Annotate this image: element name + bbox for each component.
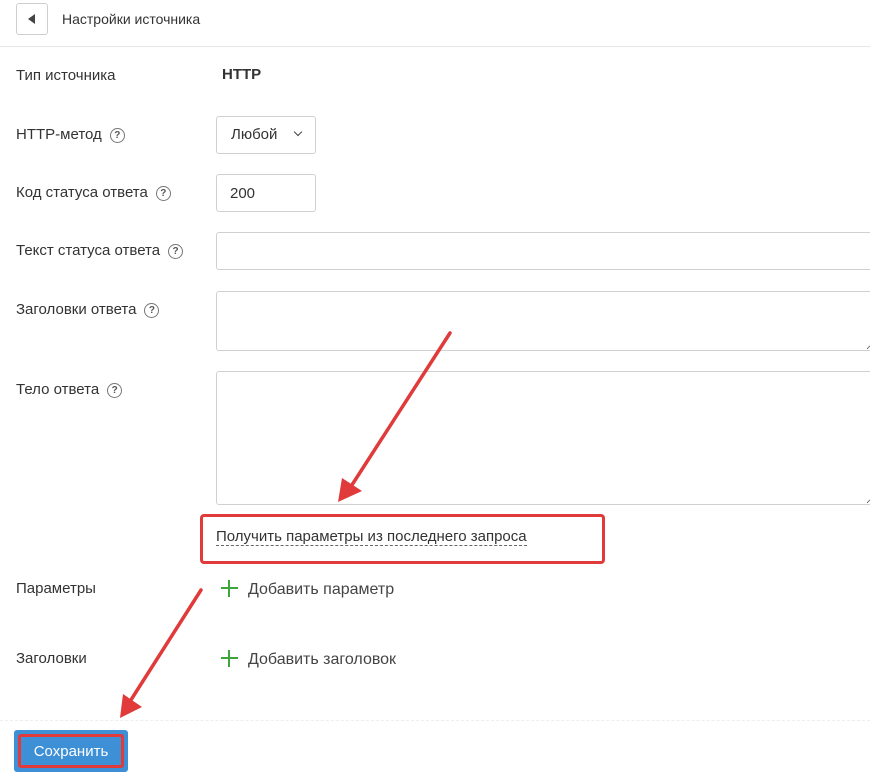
annotation-arrows (120, 331, 452, 718)
annotation-arrow-to-save (120, 588, 203, 718)
annotation-arrow-to-link (338, 331, 452, 502)
